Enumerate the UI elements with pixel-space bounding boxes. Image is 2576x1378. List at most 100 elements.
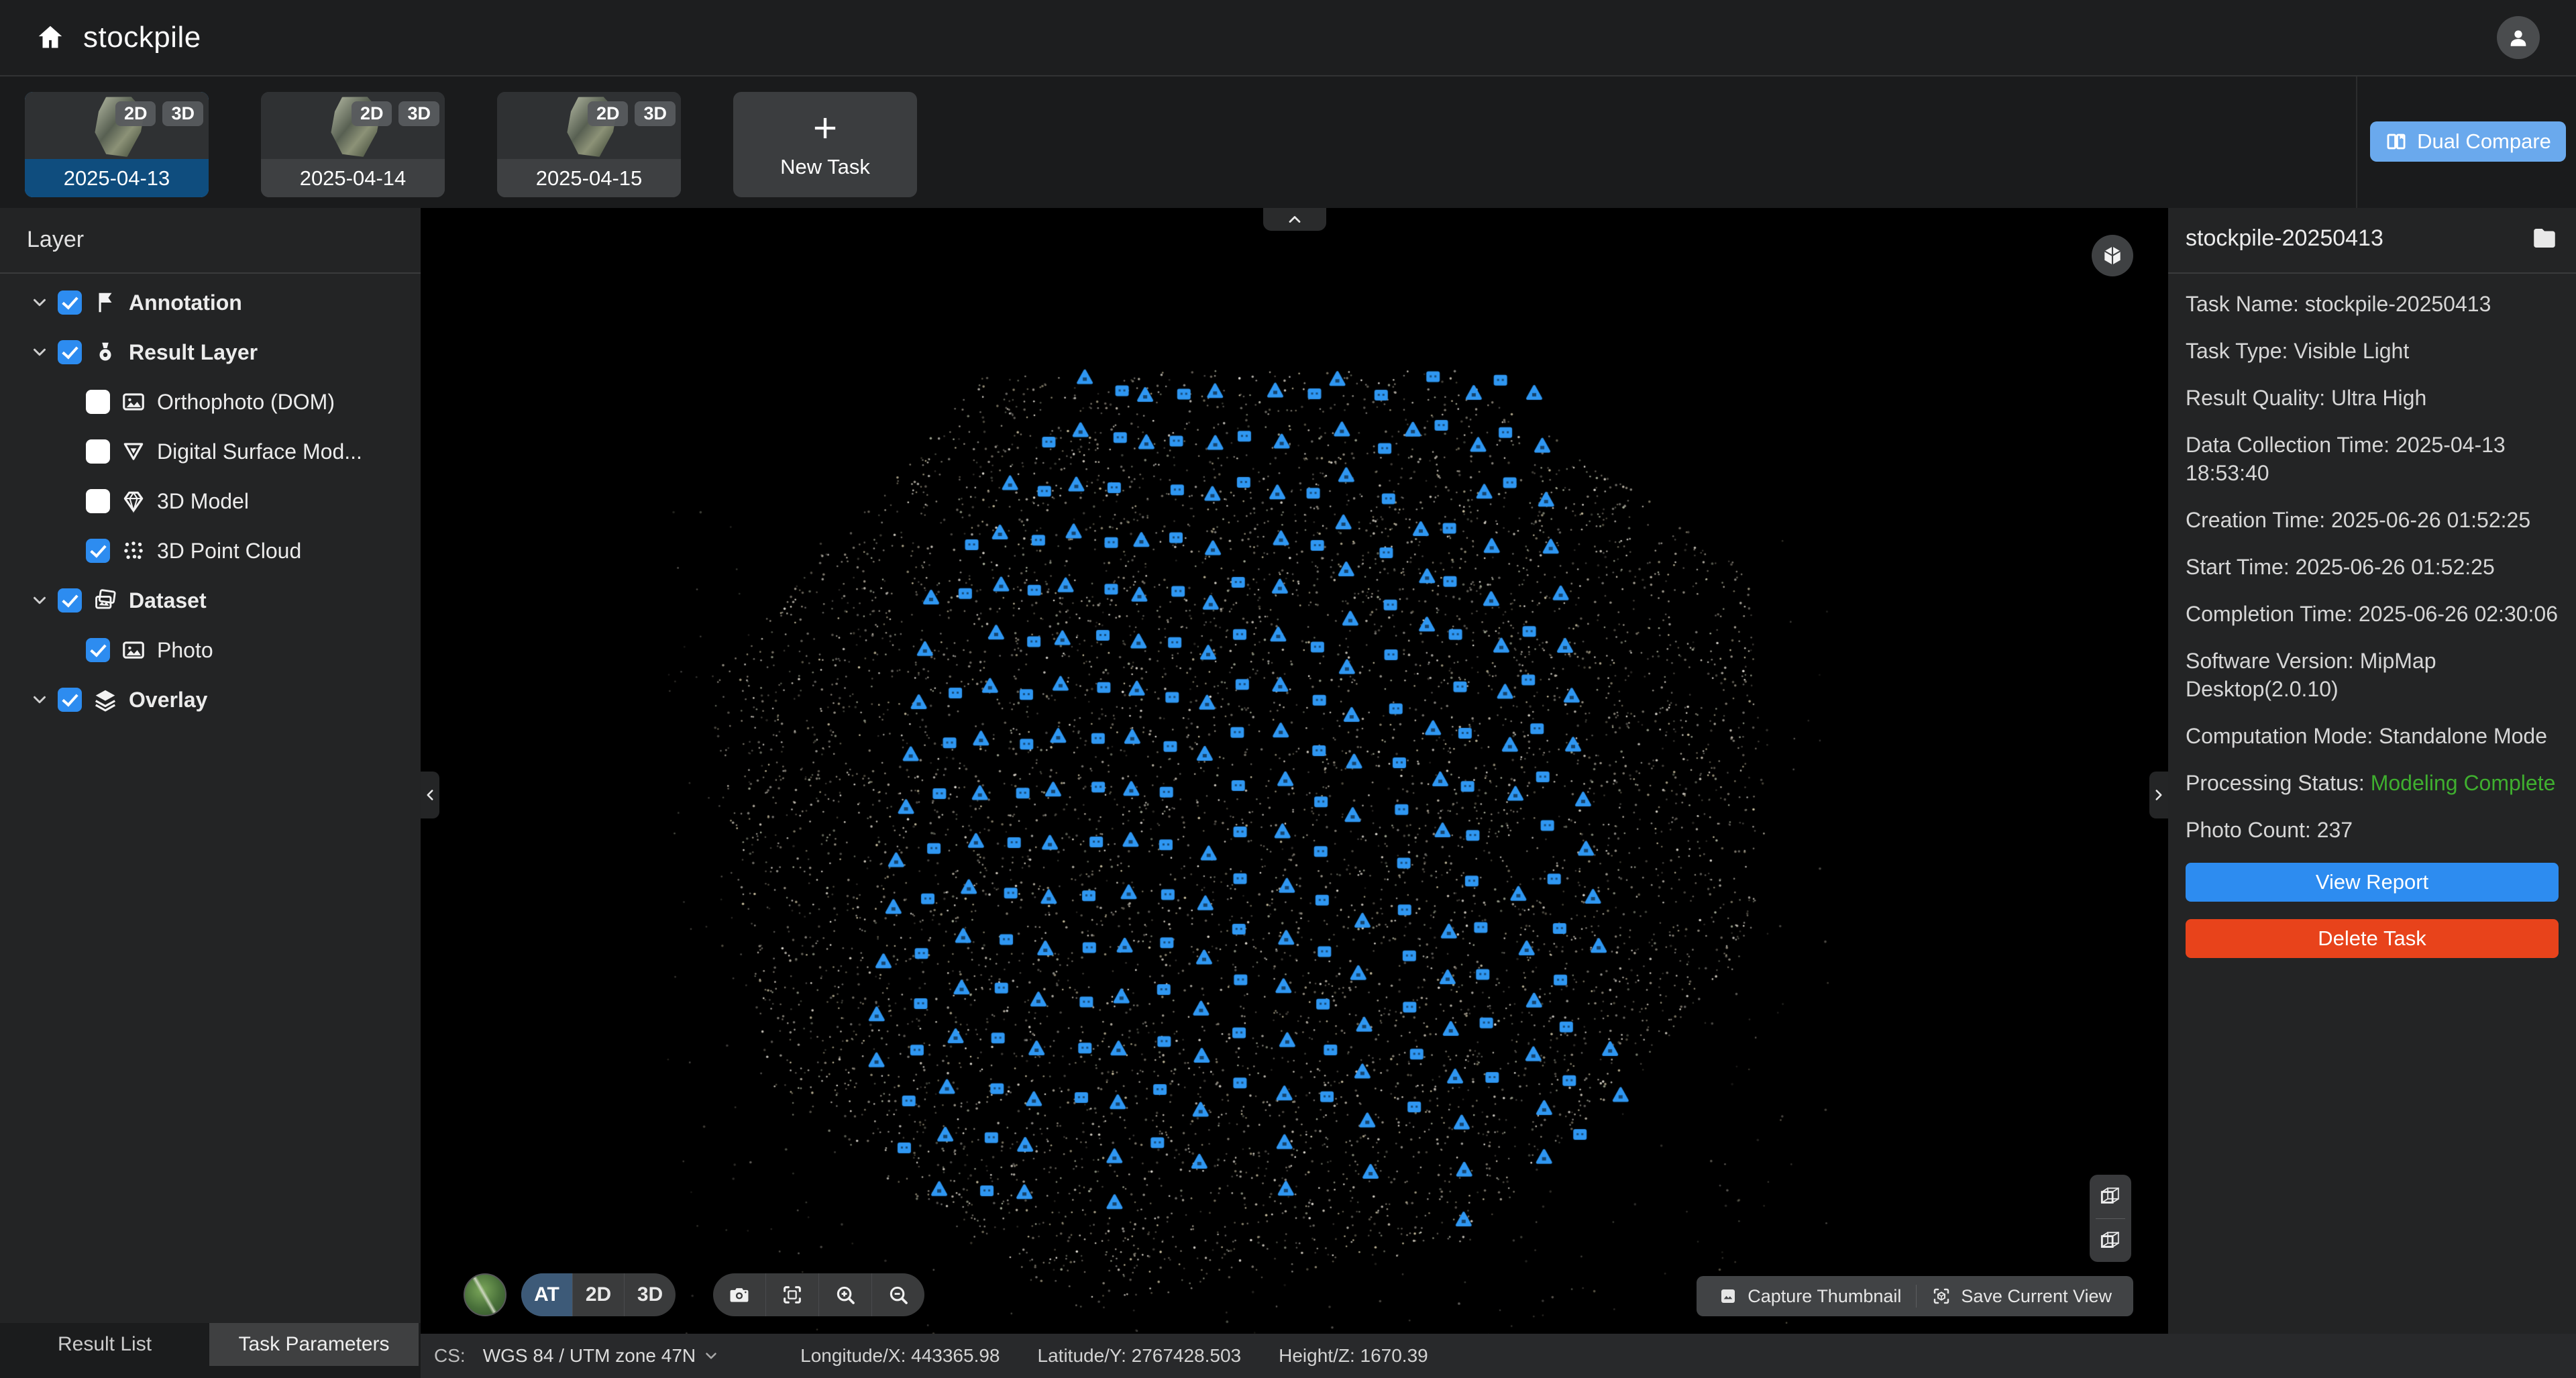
badge-3d[interactable]: 3D <box>162 101 203 126</box>
coord-2: Height/Z: 1670.39 <box>1279 1345 1428 1367</box>
view-orientation-button[interactable] <box>2092 235 2133 276</box>
viewport-3d[interactable]: AT2D3D Capture Thumbnail Save Current Vi… <box>421 208 2168 1334</box>
cs-dropdown[interactable]: WGS 84 / UTM zone 47N <box>483 1345 720 1367</box>
field-task-name: Task Name: stockpile-20250413 <box>2186 290 2559 318</box>
field-task-type: Task Type: Visible Light <box>2186 337 2559 365</box>
plus-icon <box>808 111 843 146</box>
layer-checkbox[interactable] <box>58 340 82 364</box>
zoom-in-icon <box>834 1283 857 1306</box>
app-title: stockpile <box>83 21 201 54</box>
view-report-button[interactable]: View Report <box>2186 863 2559 902</box>
task-card[interactable]: 2D3D 2025-04-14 <box>261 92 445 197</box>
zoom-out-button[interactable] <box>872 1273 924 1316</box>
delete-task-button[interactable]: Delete Task <box>2186 919 2559 958</box>
dual-compare-button[interactable]: Dual Compare <box>2370 121 2566 162</box>
save-current-view-button[interactable]: Save Current View <box>1917 1286 2127 1307</box>
layer-checkbox[interactable] <box>58 290 82 315</box>
mode-3d[interactable]: 3D <box>625 1273 676 1316</box>
field-processing-status: Processing Status: Modeling Complete <box>2186 769 2559 797</box>
collapse-left-handle[interactable] <box>421 772 439 818</box>
user-avatar[interactable] <box>2497 16 2540 59</box>
mode-at[interactable]: AT <box>521 1273 573 1316</box>
field-software-version: Software Version: MipMap Desktop(2.0.10) <box>2186 647 2559 703</box>
capture-thumbnail-button[interactable]: Capture Thumbnail <box>1703 1286 1916 1307</box>
cube-view-front-icon[interactable] <box>2098 1228 2123 1253</box>
field-result-quality: Result Quality: Ultra High <box>2186 384 2559 412</box>
new-task-label: New Task <box>780 155 870 179</box>
field-completion-time: Completion Time: 2025-06-26 02:30:06 <box>2186 600 2559 628</box>
mode-2d[interactable]: 2D <box>573 1273 625 1316</box>
field-value: Standalone Mode <box>2379 724 2547 748</box>
layer-tree-item[interactable]: 3D Model <box>0 476 421 526</box>
folder-icon[interactable] <box>2530 224 2559 252</box>
layer-tree-item[interactable]: Result Layer <box>0 327 421 377</box>
minimap-thumbnail[interactable] <box>464 1273 506 1316</box>
task-details-title: stockpile-20250413 <box>2186 225 2383 252</box>
layer-checkbox[interactable] <box>86 390 110 414</box>
dual-compare-label: Dual Compare <box>2417 129 2551 154</box>
coordinate-readout: Longitude/X: 443365.98Latitude/Y: 276742… <box>800 1345 1428 1367</box>
field-start-time: Start Time: 2025-06-26 01:52:25 <box>2186 553 2559 581</box>
viewport-tools <box>713 1273 924 1316</box>
layer-checkbox[interactable] <box>58 588 82 613</box>
layer-tree-item[interactable]: 3D Point Cloud <box>0 526 421 576</box>
layer-label: Annotation <box>129 290 242 315</box>
layer-tree-item[interactable]: Photo <box>0 625 421 675</box>
task-thumbnail: 2D3D <box>261 92 445 159</box>
coord-1: Latitude/Y: 2767428.503 <box>1038 1345 1242 1367</box>
chevron-down-icon <box>30 590 50 611</box>
layer-checkbox[interactable] <box>58 688 82 712</box>
camera-icon <box>728 1283 751 1306</box>
badge-2d[interactable]: 2D <box>115 101 156 126</box>
collapse-top-handle[interactable] <box>1263 208 1326 231</box>
layer-label: Overlay <box>129 688 207 712</box>
dsm-icon <box>121 439 146 464</box>
layer-tree-item[interactable]: Orthophoto (DOM) <box>0 377 421 427</box>
layer-checkbox[interactable] <box>86 539 110 563</box>
layer-checkbox[interactable] <box>86 638 110 662</box>
badge-2d[interactable]: 2D <box>352 101 392 126</box>
collapse-right-handle[interactable] <box>2149 772 2168 818</box>
field-value: 2025-06-26 02:30:06 <box>2359 602 2558 626</box>
home-icon[interactable] <box>35 22 66 53</box>
zoom-in-button[interactable] <box>819 1273 872 1316</box>
task-details-panel: stockpile-20250413 Task Name: stockpile-… <box>2168 208 2576 1334</box>
chevron-left-icon <box>421 786 439 804</box>
cs-label: CS: <box>434 1345 466 1367</box>
tab-result-list[interactable]: Result List <box>0 1323 209 1366</box>
new-task-button[interactable]: New Task <box>733 92 917 197</box>
layer-tree-item[interactable]: Dataset <box>0 576 421 625</box>
capture-thumbnail-label: Capture Thumbnail <box>1748 1286 1901 1307</box>
field-creation-time: Creation Time: 2025-06-26 01:52:25 <box>2186 506 2559 534</box>
frame-button[interactable] <box>766 1273 819 1316</box>
layer-tree-item[interactable]: Overlay <box>0 675 421 725</box>
flag-icon <box>93 290 118 315</box>
cube-view-top-icon[interactable] <box>2098 1183 2123 1209</box>
status-value: Modeling Complete <box>2371 771 2556 795</box>
camera-button[interactable] <box>713 1273 766 1316</box>
field-computation-mode: Computation Mode: Standalone Mode <box>2186 722 2559 750</box>
badge-2d[interactable]: 2D <box>588 101 629 126</box>
viewport-toolbar: AT2D3D <box>464 1273 924 1316</box>
image-icon <box>121 637 146 663</box>
point-cloud-canvas[interactable] <box>421 208 2168 1334</box>
field-value: Ultra High <box>2331 386 2426 410</box>
layer-tree-item[interactable]: Digital Surface Mod... <box>0 427 421 476</box>
layer-tree-item[interactable]: Annotation <box>0 278 421 327</box>
layer-checkbox[interactable] <box>86 489 110 513</box>
task-date-label: 2025-04-14 <box>261 159 445 197</box>
task-card[interactable]: 2D3D 2025-04-15 <box>497 92 681 197</box>
tab-task-parameters[interactable]: Task Parameters <box>209 1323 419 1366</box>
task-card-list: 2D3D 2025-04-13 2D3D 2025-04-14 2D3D 202… <box>25 92 917 197</box>
badge-3d[interactable]: 3D <box>398 101 439 126</box>
layer-checkbox[interactable] <box>86 439 110 464</box>
task-thumbnail: 2D3D <box>497 92 681 159</box>
badge-3d[interactable]: 3D <box>635 101 676 126</box>
taskbar-divider <box>2356 76 2357 208</box>
layer-tree: Annotation Result Layer Orthophoto (DOM)… <box>0 278 421 725</box>
task-card[interactable]: 2D3D 2025-04-13 <box>25 92 209 197</box>
field-value: 237 <box>2317 818 2353 842</box>
layer-label: Orthophoto (DOM) <box>157 390 335 415</box>
layer-label: Dataset <box>129 588 207 613</box>
task-date-label: 2025-04-15 <box>497 159 681 197</box>
